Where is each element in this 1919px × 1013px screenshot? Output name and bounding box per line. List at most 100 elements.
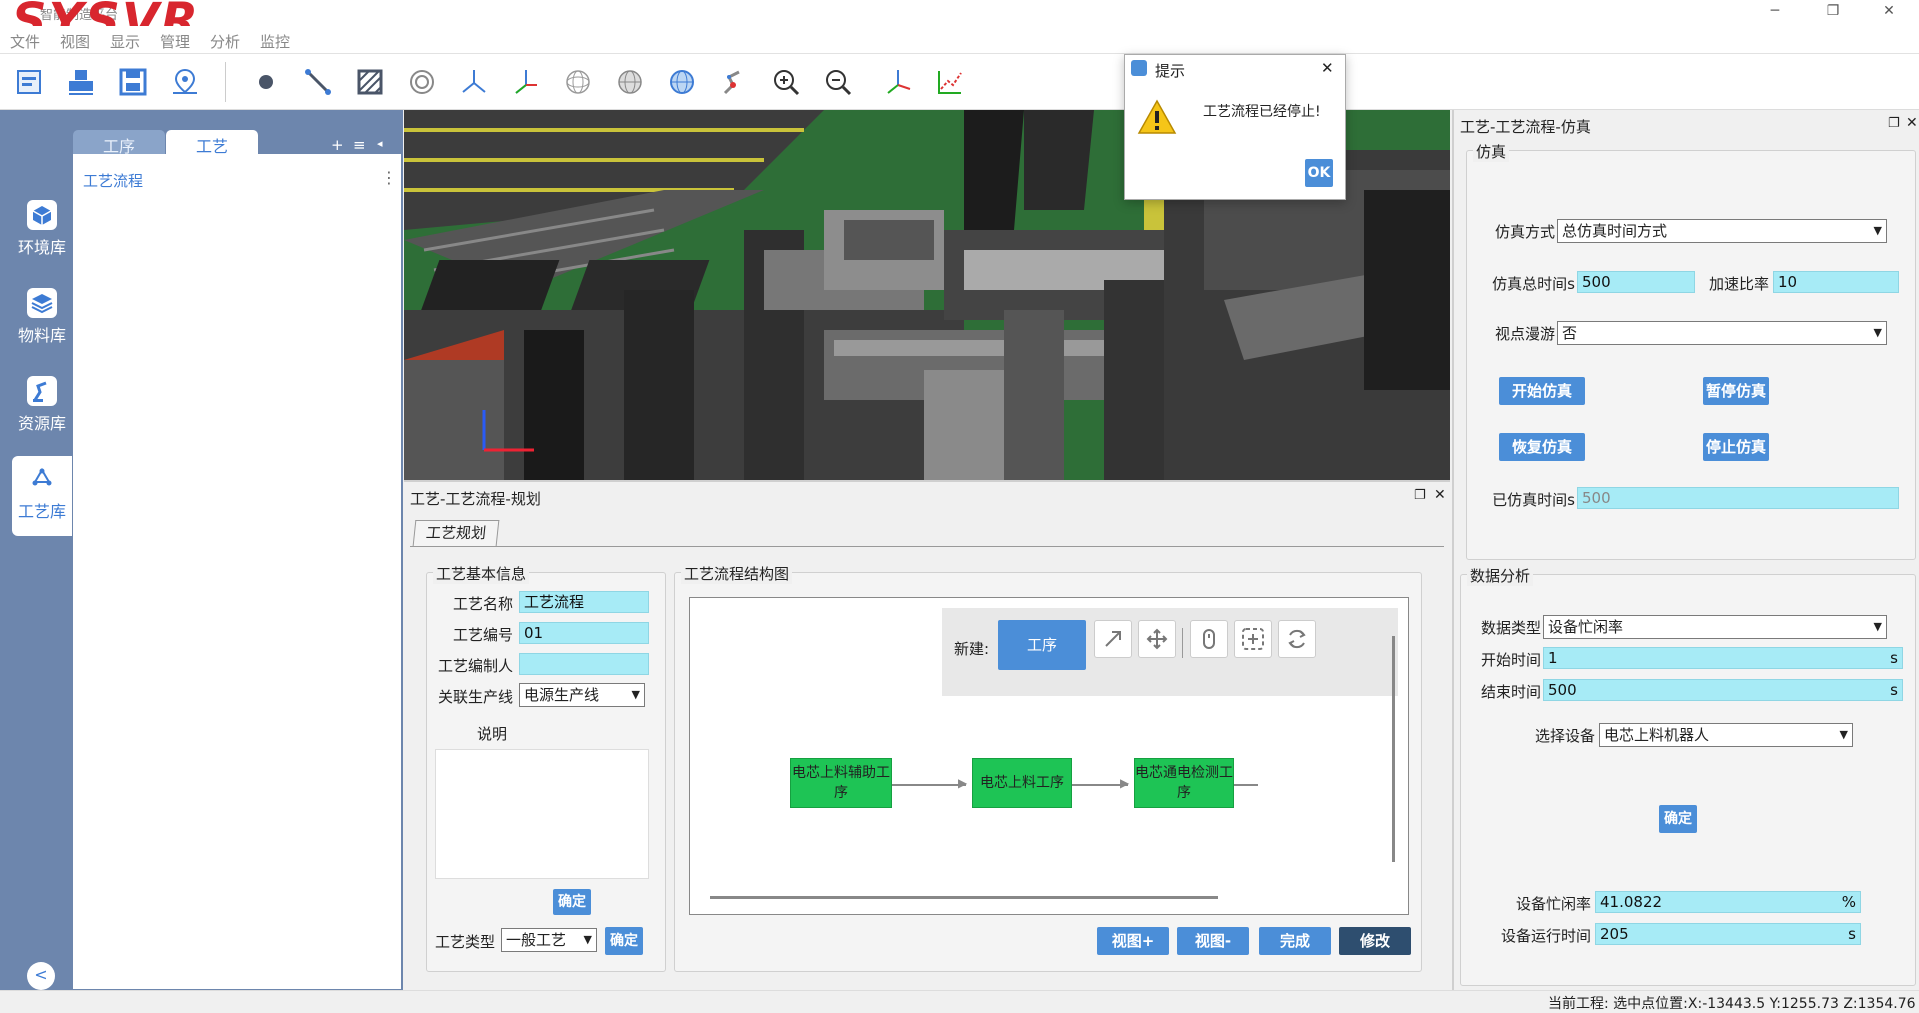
axis-icon[interactable] [451,60,497,104]
print-icon[interactable] [58,60,104,104]
speed-ratio-input[interactable]: 10 [1773,271,1899,293]
menu-manage[interactable]: 管理 [160,31,190,52]
circle-icon[interactable] [399,60,445,104]
rail-resource[interactable]: 资源库 [12,368,72,448]
chevron-down-icon: ▼ [1873,326,1882,339]
globe-icon[interactable] [659,60,705,104]
busy-rate-output: 41.0822% [1595,891,1861,913]
refresh-tool-icon[interactable] [1278,620,1316,658]
line-icon[interactable] [295,60,341,104]
open-icon[interactable] [6,60,52,104]
zoom-in-icon[interactable] [763,60,809,104]
menu-file[interactable]: 文件 [10,31,40,52]
tree-item-process-flow[interactable]: 工艺流程 [83,170,143,191]
device-select[interactable]: 电芯上料机器人 ▼ [1599,723,1853,747]
view-roam-select[interactable]: 否 ▼ [1557,321,1887,345]
type-label: 工艺类型 [434,933,495,951]
view-minus-button[interactable]: 视图- [1177,927,1249,955]
menu-display[interactable]: 显示 [110,31,140,52]
toolbar-separator [225,62,226,102]
minimize-button[interactable]: ─ [1752,0,1798,22]
device-label: 选择设备 [1534,727,1595,745]
sphere-grid-icon[interactable] [607,60,653,104]
process-type-select[interactable]: 一般工艺 ▼ [501,928,597,952]
unit: % [1841,893,1856,911]
production-line-select[interactable]: 电源生产线 ▼ [519,683,645,707]
view-plus-button[interactable]: 视图+ [1097,927,1169,955]
tab-process-planning[interactable]: 工艺规划 [412,520,500,546]
type-confirm-button[interactable]: 确定 [605,927,643,955]
window-close-button[interactable]: ✕ [1866,0,1912,22]
rail-label: 资源库 [17,414,66,433]
process-author-input[interactable] [519,653,649,675]
busy-rate-label: 设备忙闲率 [1515,895,1591,913]
arrow-head-icon: ▶ [958,776,968,790]
collapse-button[interactable]: < [27,962,55,990]
restore-icon[interactable]: ❐ [1888,116,1900,131]
panel-close-icon[interactable]: ✕ [1434,487,1446,503]
dialog-close-button[interactable]: ✕ [1321,59,1334,77]
stop-sim-button[interactable]: 停止仿真 [1703,433,1769,461]
sim-mode-select[interactable]: 总仿真时间方式 ▼ [1557,219,1887,243]
save-icon[interactable] [110,60,156,104]
sphere-wire-icon[interactable] [555,60,601,104]
axis-alt-icon[interactable] [503,60,549,104]
robot-icon[interactable] [711,60,757,104]
more-icon[interactable]: ⋮ [381,168,397,187]
menu-monitor[interactable]: 监控 [260,31,290,52]
tree-body: 工艺流程 ⋮ [73,154,401,989]
app-icon [1131,60,1147,76]
point-icon[interactable] [243,60,289,104]
face-icon[interactable] [347,60,393,104]
vertical-scrollbar[interactable] [1392,636,1395,862]
done-button[interactable]: 完成 [1259,927,1331,955]
flow-canvas[interactable]: 新建: 工序 电芯上料辅助工序 ▶ 电芯上料工序 ▶ 电芯通电检测工序 [689,597,1409,915]
data-type-select[interactable]: 设备忙闲率 ▼ [1543,615,1887,639]
zoom-out-icon[interactable] [815,60,861,104]
coordinate-icon[interactable] [875,60,921,104]
total-time-input[interactable]: 500 [1577,271,1695,293]
resume-sim-button[interactable]: 恢复仿真 [1499,433,1585,461]
end-time-input[interactable]: 500 s [1543,679,1903,701]
edit-button[interactable]: 修改 [1339,927,1411,955]
horizontal-scrollbar[interactable] [710,896,1218,899]
select-value: 电源生产线 [524,686,600,704]
start-time-label: 开始时间 [1480,651,1541,669]
robot-arm-icon [27,376,57,406]
add-icon[interactable]: + [331,136,344,154]
maximize-button[interactable]: ❐ [1810,0,1856,22]
rail-process[interactable]: 工艺库 [12,456,72,536]
basic-confirm-button[interactable]: 确定 [553,889,591,915]
pin-icon[interactable]: ◂ [377,137,383,150]
chart-icon[interactable] [927,60,973,104]
menu-view[interactable]: 视图 [60,31,90,52]
flow-node[interactable]: 电芯通电检测工序 [1134,758,1234,808]
arrow-tool-icon[interactable] [1094,620,1132,658]
location-icon[interactable] [162,60,208,104]
start-time-input[interactable]: 1s [1543,647,1903,669]
process-name-input[interactable]: 工艺流程 [519,591,649,613]
ok-button[interactable]: OK [1305,159,1333,187]
dialog-title: 提示 [1155,62,1186,80]
list-icon[interactable]: ≡ [353,136,366,154]
rail-material[interactable]: 物料库 [12,280,72,360]
process-code-input[interactable]: 01 [519,622,649,644]
analysis-confirm-button[interactable]: 确定 [1659,805,1697,833]
panel-close-icon[interactable]: ✕ [1906,115,1918,131]
flow-node[interactable]: 电芯上料辅助工序 [790,758,892,808]
description-textarea[interactable] [435,749,649,879]
status-bar: 当前工程: 选中点位置:X:-13443.5 Y:1255.73 Z:1354.… [0,990,1919,1013]
start-sim-button[interactable]: 开始仿真 [1499,377,1585,405]
move-tool-icon[interactable] [1138,620,1176,658]
process-planning-panel: 工艺-工艺流程-规划 ❐ ✕ 工艺规划 工艺基本信息 工艺名称 工艺流程 工艺编… [404,480,1450,990]
new-process-button[interactable]: 工序 [998,620,1086,670]
message-dialog: 提示 ✕ 工艺流程已经停止! OK [1124,54,1346,200]
flow-node[interactable]: 电芯上料工序 [972,758,1072,808]
restore-icon[interactable]: ❐ [1414,488,1426,503]
fit-tool-icon[interactable] [1234,620,1272,658]
scroll-tool-icon[interactable] [1190,620,1228,658]
pause-sim-button[interactable]: 暂停仿真 [1703,377,1769,405]
menu-analysis[interactable]: 分析 [210,31,240,52]
rail-environment[interactable]: 环境库 [12,192,72,272]
warning-icon [1137,99,1177,134]
